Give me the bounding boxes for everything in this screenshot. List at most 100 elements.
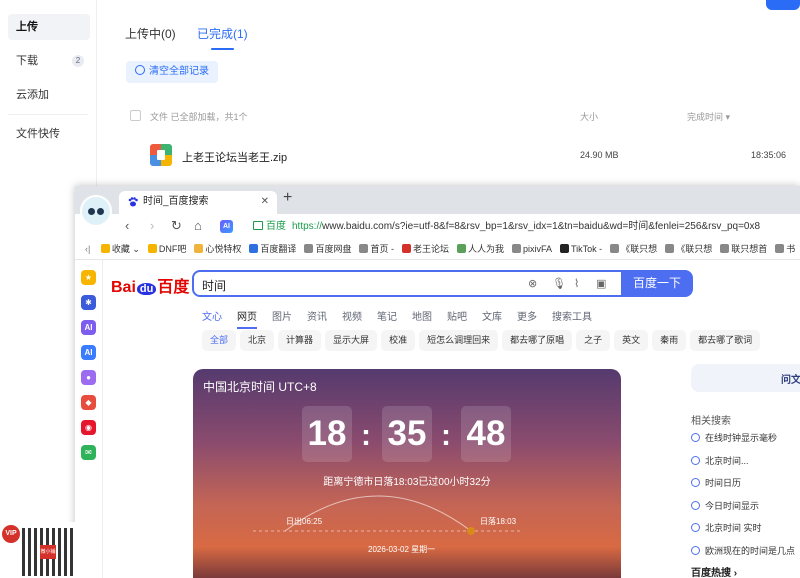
related-search-item[interactable]: 北京时间... — [691, 454, 749, 467]
baidu-hot-title[interactable]: 百度热搜 › — [691, 564, 737, 578]
tab-close-icon[interactable]: ✕ — [261, 191, 269, 213]
bookmark-item[interactable]: 《联只想 — [665, 239, 712, 259]
tab-search-category[interactable]: 网页 — [237, 312, 257, 323]
related-search-item[interactable]: 今日时间显示 — [691, 499, 759, 512]
home-icon[interactable]: ⌂ — [194, 218, 202, 234]
mascot-avatar[interactable] — [80, 195, 112, 227]
mail-icon[interactable]: ✉ — [81, 445, 96, 460]
planet-icon[interactable]: ● — [81, 370, 96, 385]
attachment-icon[interactable]: ⌇ — [574, 277, 579, 290]
refine-chip[interactable]: 秦雨 — [652, 330, 687, 351]
refine-chip[interactable]: 显示大屏 — [325, 330, 378, 351]
back-icon[interactable]: ‹ — [125, 218, 129, 234]
microphone-icon[interactable]: 🎙 — [552, 277, 566, 290]
tab-search-category[interactable]: 笔记 — [377, 312, 397, 323]
zip-file-icon — [150, 144, 172, 166]
bookmark-item[interactable]: 收藏 ⌄ — [100, 239, 140, 259]
clear-input-icon[interactable]: ⊗ — [528, 277, 537, 290]
refine-chip[interactable]: 都去哪了原唱 — [502, 330, 573, 351]
bookmark-item[interactable]: 老王论坛 — [401, 239, 449, 259]
tab-uploading[interactable]: 上传中(0) — [125, 25, 176, 42]
sidebar-item-file-transfer[interactable]: 文件快传 — [8, 121, 90, 147]
sidebar-item-upload[interactable]: 上传 — [8, 14, 90, 40]
tab-search-category[interactable]: 视频 — [342, 312, 362, 323]
browser-toolbar: ‹ › ↻ ⌂ AI 百度 https://www.baidu.com/s?ie=… — [75, 214, 800, 239]
refine-chip[interactable]: 短怎么调理回来 — [419, 330, 499, 351]
column-header-time[interactable]: 完成时间 ▾ — [687, 110, 730, 123]
select-all-checkbox[interactable] — [130, 110, 141, 121]
search-small-icon — [691, 455, 700, 465]
related-search-label: 在线时钟显示毫秒 — [705, 433, 778, 443]
clear-all-records-button[interactable]: 清空全部记录 — [126, 61, 218, 83]
search-input[interactable]: 时间 — [202, 277, 226, 294]
ai-square-icon[interactable]: AI — [81, 345, 96, 360]
new-tab-button[interactable]: + — [283, 189, 292, 207]
sunrise-label: 日出06:25 — [286, 517, 323, 526]
refine-chip[interactable]: 都去哪了歌词 — [690, 330, 761, 351]
bookmark-item[interactable]: 百度网盘 — [304, 239, 351, 259]
star-icon[interactable]: ★ — [81, 270, 96, 285]
bookmark-item[interactable]: 联只想首 — [720, 239, 767, 259]
vip-badge[interactable]: VIP — [2, 525, 20, 543]
related-search-item[interactable]: 时间日历 — [691, 476, 741, 489]
reload-icon[interactable]: ↻ — [171, 218, 182, 234]
refine-chip[interactable]: 之子 — [576, 330, 611, 351]
refine-chips: 全部 北京 计算器 显示大屏 校准 短怎么调理回来 都去哪了原唱 之子 英文 秦雨 都去哪了歌词 — [202, 330, 764, 351]
bookmark-favicon-icon — [401, 244, 411, 253]
bookmark-item[interactable]: 书 — [775, 239, 795, 259]
weibo-icon[interactable]: ◉ — [81, 420, 96, 435]
tab-search-category[interactable]: 文库 — [482, 312, 502, 323]
bookmark-label: 人人为我 — [467, 244, 504, 254]
mascot-eye — [88, 208, 95, 215]
bookmark-item[interactable]: pixivFA — [511, 239, 552, 259]
network-icon[interactable]: ✱ — [81, 295, 96, 310]
corner-action-button[interactable] — [766, 0, 800, 10]
search-button[interactable]: 百度一下 — [621, 270, 693, 297]
search-small-icon — [691, 433, 700, 442]
column-header-size: 大小 — [580, 112, 599, 122]
bookmark-item[interactable]: 首页 - — [359, 239, 394, 259]
refine-chip[interactable]: 计算器 — [278, 330, 322, 351]
ask-wen-button[interactable]: 问文 — [691, 364, 800, 392]
tab-search-category[interactable]: 地图 — [412, 312, 432, 323]
ai-circle-icon[interactable]: AI — [81, 320, 96, 335]
bookmark-label: 书 — [786, 244, 796, 254]
bookmark-label: 收藏 ⌄ — [111, 244, 140, 254]
refine-chip[interactable]: 英文 — [614, 330, 649, 351]
bookmark-item[interactable]: 心悦特权 — [194, 239, 241, 259]
address-bar[interactable]: 百度 https://www.baidu.com/s?ie=utf-8&f=8&r… — [253, 218, 800, 235]
bookmark-item[interactable]: DNF吧 — [147, 239, 186, 259]
refine-chip[interactable]: 全部 — [202, 330, 237, 351]
search-box[interactable]: 时间 ⊗ 🎙 ⌇ ▣ — [192, 270, 692, 297]
tab-search-category[interactable]: 资讯 — [307, 312, 327, 323]
tab-search-category[interactable]: 更多 — [517, 312, 537, 323]
bookmark-item[interactable]: 人人为我 — [456, 239, 504, 259]
related-search-item[interactable]: 北京时间 实时 — [691, 521, 762, 534]
related-search-item[interactable]: 在线时钟显示毫秒 — [691, 431, 777, 444]
sidebar-item-download[interactable]: 下载 2 — [8, 48, 90, 74]
bookmark-item[interactable]: 百度翻译 — [249, 239, 296, 259]
bookmark-item[interactable]: TikTok - — [560, 239, 602, 259]
bookmark-favicon-icon — [560, 244, 569, 253]
tab-search-category[interactable]: 文心 — [202, 312, 222, 323]
bookmark-favicon-icon — [249, 244, 259, 253]
ai-assistant-icon[interactable]: AI — [220, 220, 233, 233]
bookmark-favicon-icon — [720, 244, 730, 253]
forward-icon[interactable]: › — [150, 218, 154, 234]
search-category-tabs: 文心 网页 图片 资讯 视频 笔记 地图 贴吧 文库 更多 搜索工具 — [202, 308, 607, 323]
refine-chip[interactable]: 北京 — [240, 330, 275, 351]
file-name[interactable]: 上老王论坛当老王.zip — [182, 149, 287, 165]
tab-search-category[interactable]: 贴吧 — [447, 312, 467, 323]
tab-baidu-search[interactable]: 时间_百度搜索 ✕ — [119, 191, 277, 214]
related-search-item[interactable]: 欧洲现在的时间是几点 — [691, 544, 795, 557]
gamepad-icon[interactable]: ◆ — [81, 395, 96, 410]
tab-search-category[interactable]: 搜索工具 — [552, 312, 592, 323]
tab-completed[interactable]: 已完成(1) — [197, 25, 248, 50]
image-search-icon[interactable]: ▣ — [596, 277, 606, 290]
sidebar-item-cloud-add[interactable]: 云添加 — [8, 82, 90, 108]
tab-search-category[interactable]: 图片 — [272, 312, 292, 323]
sidebar-toggle-icon[interactable]: ‹| — [85, 239, 90, 259]
baidu-logo[interactable]: Bai du 百度 — [111, 273, 189, 297]
bookmark-item[interactable]: 《联只想 — [610, 239, 657, 259]
refine-chip[interactable]: 校准 — [381, 330, 416, 351]
